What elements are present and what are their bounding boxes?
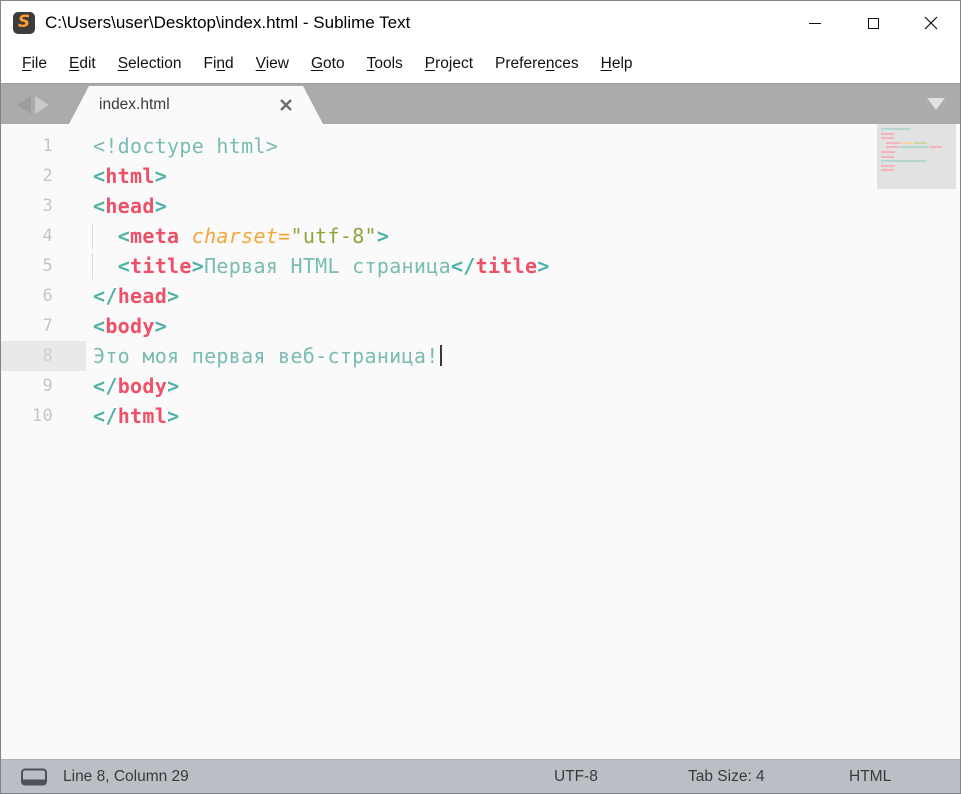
code-content: <title>Первая HTML страница</title> <box>86 251 550 281</box>
line-number: 3 <box>1 191 86 221</box>
minimap-line <box>881 169 956 171</box>
close-button[interactable] <box>902 1 960 45</box>
minimize-icon <box>809 23 821 24</box>
window-title: C:\Users\user\Desktop\index.html - Subli… <box>45 13 410 33</box>
code-line-5[interactable]: 5 <title>Первая HTML страница</title> <box>1 251 960 281</box>
menu-item-selection[interactable]: Selection <box>107 55 193 73</box>
menu-item-goto[interactable]: Goto <box>300 55 356 73</box>
line-number: 7 <box>1 311 86 341</box>
code-line-4[interactable]: 4 <meta charset="utf-8"> <box>1 221 960 251</box>
tab-close-icon[interactable] <box>278 97 294 113</box>
menu-item-find[interactable]: Find <box>192 55 244 73</box>
minimap-line <box>886 142 956 144</box>
code-content: <!doctype html> <box>86 131 278 161</box>
line-number: 8 <box>1 341 86 371</box>
code-content: Это моя первая веб-страница! <box>86 341 442 371</box>
maximize-button[interactable] <box>844 1 902 45</box>
status-bar: Line 8, Column 29 UTF-8 Tab Size: 4 HTML <box>1 759 960 793</box>
panel-switcher-icon[interactable] <box>21 768 47 785</box>
text-cursor <box>440 345 442 366</box>
code-line-2[interactable]: 2<html> <box>1 161 960 191</box>
minimap-line <box>881 133 956 135</box>
tab-label: index.html <box>99 96 170 114</box>
code-line-10[interactable]: 10</html> <box>1 401 960 431</box>
line-number: 2 <box>1 161 86 191</box>
window-controls <box>786 1 960 45</box>
minimap[interactable] <box>877 124 956 189</box>
sublime-text-window: S C:\Users\user\Desktop\index.html - Sub… <box>0 0 961 794</box>
menu-item-preferences[interactable]: Preferences <box>484 55 590 73</box>
minimap-line <box>886 146 956 148</box>
menu-item-project[interactable]: Project <box>414 55 484 73</box>
minimap-line <box>881 137 956 139</box>
code-content: <body> <box>86 311 167 341</box>
code-content: </body> <box>86 371 179 401</box>
code-line-6[interactable]: 6</head> <box>1 281 960 311</box>
caret-position-status[interactable]: Line 8, Column 29 <box>63 768 189 786</box>
line-number: 10 <box>1 401 86 431</box>
menu-item-tools[interactable]: Tools <box>356 55 414 73</box>
tab-index-html[interactable]: index.html <box>69 86 323 124</box>
minimap-line <box>881 156 956 158</box>
code-line-8[interactable]: 8Это моя первая веб-страница! <box>1 341 960 371</box>
maximize-icon <box>868 18 879 29</box>
code-content: <html> <box>86 161 167 191</box>
code-area[interactable]: 1<!doctype html>2<html>3<head>4 <meta ch… <box>1 124 960 431</box>
line-number: 1 <box>1 131 86 161</box>
line-number: 9 <box>1 371 86 401</box>
line-number: 5 <box>1 251 86 281</box>
menu-item-help[interactable]: Help <box>590 55 644 73</box>
minimap-line <box>881 165 956 167</box>
minimap-code-preview <box>877 124 956 171</box>
minimap-line <box>881 128 956 130</box>
menu-bar: FileEditSelectionFindViewGotoToolsProjec… <box>1 45 960 83</box>
menu-item-file[interactable]: File <box>11 55 58 73</box>
code-content: </head> <box>86 281 179 311</box>
encoding-status[interactable]: UTF-8 <box>554 768 598 786</box>
code-content: </html> <box>86 401 179 431</box>
tab-bar: index.html <box>1 83 960 124</box>
line-number: 6 <box>1 281 86 311</box>
line-number: 4 <box>1 221 86 251</box>
tab-size-status[interactable]: Tab Size: 4 <box>688 768 765 786</box>
code-line-9[interactable]: 9</body> <box>1 371 960 401</box>
syntax-status[interactable]: HTML <box>849 768 891 786</box>
next-tab-icon[interactable] <box>35 96 49 114</box>
code-line-1[interactable]: 1<!doctype html> <box>1 131 960 161</box>
menu-item-edit[interactable]: Edit <box>58 55 107 73</box>
editor-pane[interactable]: 1<!doctype html>2<html>3<head>4 <meta ch… <box>1 124 960 759</box>
code-content: <meta charset="utf-8"> <box>86 221 389 251</box>
minimap-line <box>881 151 956 153</box>
code-line-3[interactable]: 3<head> <box>1 191 960 221</box>
sublime-logo-letter: S <box>18 14 30 31</box>
title-bar: S C:\Users\user\Desktop\index.html - Sub… <box>1 1 960 45</box>
prev-tab-icon[interactable] <box>17 96 31 114</box>
minimize-button[interactable] <box>786 1 844 45</box>
tab-nav-arrows <box>17 96 49 114</box>
minimap-line <box>881 160 956 162</box>
sublime-logo-icon: S <box>13 12 35 34</box>
code-content: <head> <box>86 191 167 221</box>
close-icon <box>924 16 938 30</box>
menu-item-view[interactable]: View <box>245 55 300 73</box>
code-line-7[interactable]: 7<body> <box>1 311 960 341</box>
tab-overflow-dropdown-icon[interactable] <box>927 98 945 110</box>
